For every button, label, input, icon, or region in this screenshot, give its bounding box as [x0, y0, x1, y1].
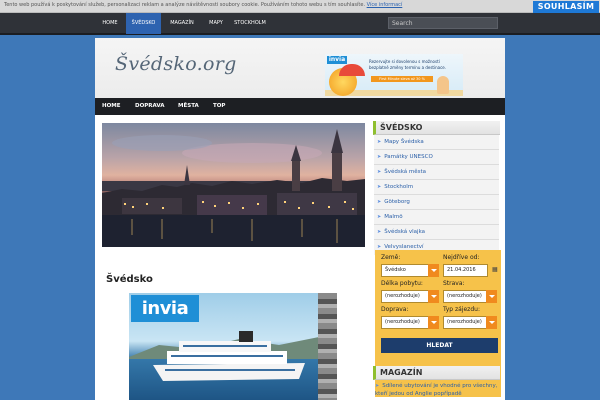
header-ad-banner[interactable]: invia Rezervujte si dovolenou s možností…: [325, 54, 463, 96]
arrow-right-icon: ➤: [377, 214, 382, 220]
ad-cta-button[interactable]: First Minute sleva až 30 %: [371, 76, 433, 82]
dropdown-arrow-icon: [486, 316, 497, 329]
magazine-item-text: Sdílené ubytování je vhodné pro všechny,…: [375, 383, 498, 397]
arrow-right-icon: ➤: [377, 169, 382, 175]
top-nav-mapy[interactable]: MAPY: [205, 13, 227, 34]
transport-value: (nerozhoduje): [385, 319, 420, 325]
dropdown-arrow-icon: [428, 264, 439, 277]
length-label: Délka pobytu:: [381, 280, 423, 287]
ad-brand-logo: invia: [327, 56, 347, 64]
arrow-right-icon: ➤: [375, 383, 380, 389]
top-nav-stockholm[interactable]: STOCKHOLM: [230, 13, 270, 34]
board-label: Strava:: [443, 280, 465, 287]
date-field[interactable]: 21.04.2016: [443, 264, 488, 277]
sidebar-item-label: Mapy Švédska: [384, 139, 424, 145]
site-logo[interactable]: Švédsko.org: [115, 53, 237, 75]
top-nav-magazin[interactable]: MAGAZÍN: [165, 13, 199, 34]
sidebar-item-vlajka[interactable]: ➤ Švédská vlajka: [374, 225, 499, 240]
main-nav-doprava[interactable]: DOPRAVA: [135, 98, 165, 115]
sidebar-item-label: Malmö: [384, 214, 403, 220]
content-ad-side-strip: [318, 293, 337, 400]
search-input[interactable]: [392, 18, 492, 28]
main-nav-top[interactable]: TOP: [213, 98, 225, 115]
board-value: (nerozhoduje): [447, 293, 482, 299]
sidebar-item-label: Göteborg: [384, 199, 410, 205]
arrow-right-icon: ➤: [377, 199, 382, 205]
city-skyline-illustration: [102, 129, 365, 247]
arrow-right-icon: ➤: [377, 229, 382, 235]
sidebar-item-goteborg[interactable]: ➤ Göteborg: [374, 195, 499, 210]
main-nav-mesta[interactable]: MĚSTA: [178, 98, 199, 115]
sidebar-item-label: Stockholm: [384, 184, 414, 190]
transport-select[interactable]: (nerozhoduje): [381, 316, 439, 329]
main-nav: HOME DOPRAVA MĚSTA TOP: [95, 98, 505, 115]
main-nav-home[interactable]: HOME: [102, 98, 121, 115]
hero-image-stockholm: [102, 123, 365, 247]
ad-umbrella-icon: [339, 64, 365, 76]
ad-person-icon: [437, 76, 449, 94]
dropdown-arrow-icon: [486, 290, 497, 303]
country-value: Švédsko: [385, 267, 406, 273]
magazine-section-title: MAGAZÍN: [373, 366, 500, 380]
dropdown-arrow-icon: [428, 290, 439, 303]
content-ad-cruise[interactable]: invia: [129, 293, 337, 400]
ad-text: Rezervujte si dovolenou s možností bezpl…: [369, 59, 447, 70]
content-title: Švédsko: [106, 274, 153, 285]
magazine-item-link[interactable]: ➤ Sdílené ubytování je vhodné pro všechny…: [373, 382, 498, 398]
board-select[interactable]: (nerozhoduje): [443, 290, 497, 303]
sidebar-item-pamatky[interactable]: ➤ Památky UNESCO: [374, 150, 499, 165]
country-select[interactable]: Švédsko: [381, 264, 439, 277]
calendar-icon[interactable]: ▦: [492, 266, 498, 273]
cookie-message: Tento web používá k poskytování služeb, …: [4, 2, 366, 8]
search-box: [388, 17, 498, 29]
cookie-accept-button[interactable]: SOUHLASÍM: [533, 1, 599, 13]
top-nav-home[interactable]: HOME: [98, 13, 122, 34]
arrow-right-icon: ➤: [377, 139, 382, 145]
site-header: Švédsko.org invia Rezervujte si dovoleno…: [95, 38, 505, 98]
arrow-right-icon: ➤: [377, 184, 382, 190]
sidebar-item-label: Památky UNESCO: [384, 154, 433, 160]
cookie-more-info-link[interactable]: Více informací: [367, 2, 403, 8]
transport-label: Doprava:: [381, 306, 409, 313]
dropdown-arrow-icon: [428, 316, 439, 329]
cookie-text-wrap: Tento web používá k poskytování služeb, …: [4, 2, 402, 8]
date-value: 21.04.2016: [447, 267, 476, 273]
country-label: Země:: [381, 254, 401, 261]
length-select[interactable]: (nerozhoduje): [381, 290, 439, 303]
sidebar-item-label: Švédská vlajka: [384, 229, 426, 235]
sidebar-item-mesta[interactable]: ➤ Švédská města: [374, 165, 499, 180]
sidebar-section-title: ŠVÉDSKO: [373, 121, 500, 135]
content-ad-brand-logo: invia: [131, 295, 199, 322]
sidebar-item-label: Švédská města: [384, 169, 427, 175]
sidebar-item-mapy[interactable]: ➤ Mapy Švédska: [374, 135, 499, 150]
sidebar-item-malmo[interactable]: ➤ Malmö: [374, 210, 499, 225]
cookie-bar: Tento web používá k poskytování služeb, …: [0, 0, 600, 13]
arrow-right-icon: ➤: [377, 154, 382, 160]
type-select[interactable]: (nerozhoduje): [443, 316, 497, 329]
search-submit-button[interactable]: HLEDAT: [381, 338, 498, 353]
top-nav-svedsko[interactable]: ŠVÉDSKO: [126, 13, 161, 34]
page-wrapper: Švédsko.org invia Rezervujte si dovoleno…: [95, 38, 505, 400]
type-value: (nerozhoduje): [447, 319, 482, 325]
sidebar-item-stockholm[interactable]: ➤ Stockholm: [374, 180, 499, 195]
type-label: Typ zájezdu:: [443, 306, 480, 313]
top-nav: HOME ŠVÉDSKO MAGAZÍN MAPY STOCKHOLM: [0, 13, 600, 35]
length-value: (nerozhoduje): [385, 293, 420, 299]
date-label: Nejdříve od:: [443, 254, 480, 261]
